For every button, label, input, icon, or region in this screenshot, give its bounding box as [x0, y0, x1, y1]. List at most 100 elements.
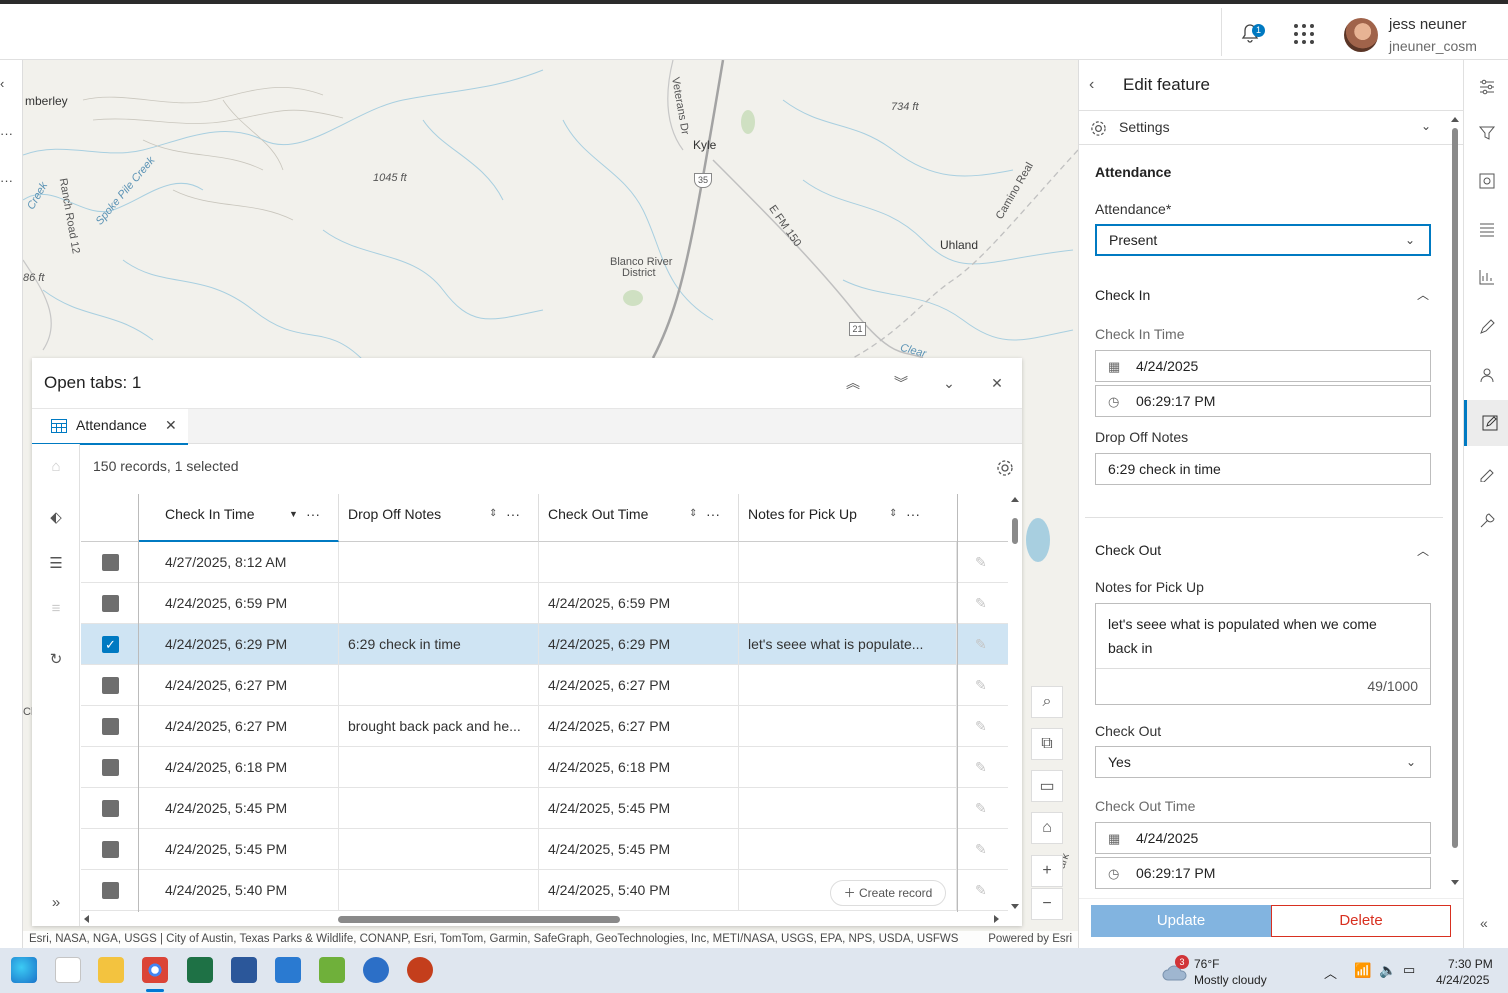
sort-icon[interactable]: ⇕ [689, 494, 697, 534]
table-row[interactable]: 4/24/2025, 6:27 PM 4/24/2025, 6:27 PM ✎ [81, 665, 1008, 706]
edit-feature-tool-active[interactable] [1464, 400, 1508, 446]
cell-check-in-time[interactable]: 4/24/2025, 6:27 PM [139, 665, 339, 706]
chart-icon[interactable] [1478, 268, 1496, 286]
chevron-up-icon[interactable]: ︿ [1417, 542, 1429, 559]
powerpoint-icon[interactable] [407, 957, 433, 983]
check-in-date-input[interactable]: ▦ 4/24/2025 [1095, 350, 1431, 382]
more-options-icon[interactable]: ··· [0, 126, 20, 141]
cell-drop-off-notes[interactable] [339, 747, 539, 788]
check-out-time-input[interactable]: ◷ 06:29:17 PM [1095, 857, 1431, 889]
row-checkbox[interactable] [102, 882, 119, 899]
column-header-check-in-time[interactable]: Check In Time ▼ ··· [139, 494, 339, 542]
filter-icon[interactable] [1478, 124, 1496, 142]
row-checkbox[interactable] [102, 677, 119, 694]
cell-check-in-time[interactable]: 4/24/2025, 5:45 PM [139, 788, 339, 829]
sort-desc-icon[interactable]: ▼ [289, 494, 298, 534]
edit-row-pencil-icon[interactable]: ✎ [975, 595, 991, 611]
column-menu-icon[interactable]: ··· [306, 494, 320, 534]
check-out-date-input[interactable]: ▦ 4/24/2025 [1095, 822, 1431, 854]
delete-button[interactable]: Delete [1271, 905, 1451, 937]
store-icon[interactable] [55, 957, 81, 983]
chevron-up-icon[interactable]: ︿ [1417, 286, 1429, 303]
map-fullscreen-button[interactable]: ▭ [1031, 770, 1063, 802]
table-row[interactable]: 4/24/2025, 5:45 PM 4/24/2025, 5:45 PM ✎ [81, 788, 1008, 829]
cell-check-out-time[interactable]: 4/24/2025, 6:18 PM [539, 747, 739, 788]
cell-check-in-time[interactable]: 4/24/2025, 5:45 PM [139, 829, 339, 870]
sketch-icon[interactable] [1478, 464, 1496, 482]
list-icon[interactable]: ≡ [46, 600, 66, 620]
user-name[interactable]: jess neuner [1389, 16, 1467, 33]
cell-drop-off-notes[interactable] [339, 829, 539, 870]
chevrons-up-icon[interactable]: ︽ [842, 372, 864, 394]
gear-icon[interactable] [996, 459, 1014, 477]
cell-drop-off-notes[interactable]: brought back pack and he... [339, 706, 539, 747]
cell-notes-for-pick-up[interactable] [739, 747, 957, 788]
tab-close-icon[interactable]: ✕ [165, 417, 177, 434]
sort-icon[interactable]: ⇕ [889, 494, 897, 534]
cell-drop-off-notes[interactable] [339, 870, 539, 911]
chevron-up-icon[interactable]: ︿ [1324, 963, 1337, 982]
weather-text[interactable]: Mostly cloudy [1194, 973, 1267, 987]
chrome-icon[interactable] [142, 957, 168, 983]
sort-icon[interactable]: ⇕ [489, 494, 497, 534]
chevrons-down-icon[interactable]: ︾ [890, 372, 912, 394]
survey-app-icon[interactable] [319, 957, 345, 983]
wrench-icon[interactable] [1478, 512, 1496, 530]
zoom-in-button[interactable]: + [1031, 855, 1063, 887]
notepad-icon[interactable] [275, 957, 301, 983]
edit-row-pencil-icon[interactable]: ✎ [975, 759, 991, 775]
cell-drop-off-notes[interactable] [339, 542, 539, 583]
cell-check-out-time[interactable]: 4/24/2025, 6:59 PM [539, 583, 739, 624]
zoom-out-button[interactable]: − [1031, 888, 1063, 920]
tag-icon[interactable]: ⬖ [46, 508, 66, 528]
app-icon[interactable] [363, 957, 389, 983]
group-icon[interactable] [1478, 366, 1496, 384]
chevron-down-icon[interactable]: ⌄ [938, 372, 960, 394]
close-icon[interactable]: ✕ [986, 372, 1008, 394]
excel-icon[interactable] [187, 957, 213, 983]
pick-up-textarea[interactable]: let's seee what is populated when we com… [1095, 603, 1431, 705]
clock-date[interactable]: 4/24/2025 [1436, 973, 1489, 987]
file-explorer-icon[interactable] [98, 957, 124, 983]
column-header-check-out-time[interactable]: Check Out Time ⇕ ··· [539, 494, 739, 542]
section-check-in[interactable]: Check In [1095, 287, 1150, 303]
app-launcher-icon[interactable] [1293, 23, 1315, 45]
chevron-left-icon[interactable]: ‹ [0, 76, 20, 91]
edit-row-pencil-icon[interactable]: ✎ [975, 554, 991, 570]
update-button[interactable]: Update [1091, 905, 1271, 937]
edit-row-pencil-icon[interactable]: ✎ [975, 718, 991, 734]
cell-notes-for-pick-up[interactable] [739, 542, 957, 583]
edit-row-pencil-icon[interactable]: ✎ [975, 841, 991, 857]
cell-notes-for-pick-up[interactable] [739, 788, 957, 829]
home-icon[interactable]: ⌂ [46, 458, 66, 478]
row-checkbox[interactable] [102, 759, 119, 776]
wifi-icon[interactable]: 📶 [1354, 962, 1371, 979]
cell-drop-off-notes[interactable]: 6:29 check in time [339, 624, 539, 665]
row-checkbox[interactable] [102, 554, 119, 571]
collapse-panel-icon[interactable]: « [1480, 915, 1488, 931]
row-checkbox[interactable]: ✓ [102, 636, 119, 653]
edit-row-pencil-icon[interactable]: ✎ [975, 800, 991, 816]
row-checkbox[interactable] [102, 841, 119, 858]
word-icon[interactable] [231, 957, 257, 983]
section-check-out[interactable]: Check Out [1095, 542, 1161, 558]
cell-notes-for-pick-up[interactable] [739, 665, 957, 706]
table-row[interactable]: 4/27/2025, 8:12 AM ✎ [81, 542, 1008, 583]
edit-row-pencil-icon[interactable]: ✎ [975, 636, 991, 652]
column-menu-icon[interactable]: ··· [706, 494, 720, 534]
user-avatar[interactable] [1344, 18, 1378, 52]
cell-check-out-time[interactable] [539, 542, 739, 583]
powered-by-esri[interactable]: Powered by Esri [988, 931, 1072, 948]
table-row[interactable]: 4/24/2025, 6:27 PM brought back pack and … [81, 706, 1008, 747]
column-menu-icon[interactable]: ··· [906, 494, 920, 534]
row-checkbox[interactable] [102, 800, 119, 817]
map-layer-icon[interactable] [1478, 172, 1496, 190]
cell-check-out-time[interactable]: 4/24/2025, 5:40 PM [539, 870, 739, 911]
cell-check-out-time[interactable]: 4/24/2025, 6:27 PM [539, 706, 739, 747]
edit-panel-scrollbar[interactable] [1450, 116, 1460, 886]
tab-attendance[interactable]: Attendance ✕ [32, 409, 188, 445]
cell-drop-off-notes[interactable] [339, 583, 539, 624]
cell-notes-for-pick-up[interactable]: let's seee what is populate... [739, 624, 957, 665]
check-out-select[interactable]: Yes ⌄ [1095, 746, 1431, 778]
back-chevron-icon[interactable]: ‹ [1089, 76, 1094, 94]
